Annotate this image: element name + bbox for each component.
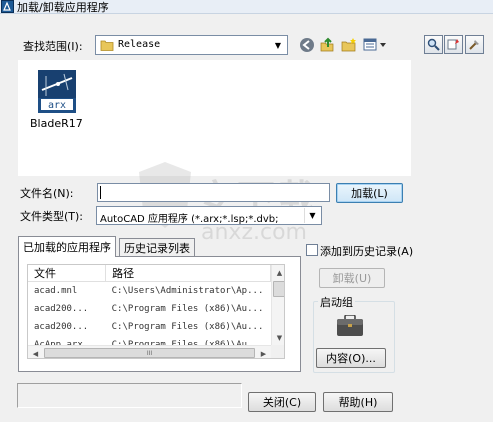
filetype-label: 文件类型(T): bbox=[20, 210, 84, 223]
lookin-value: Release bbox=[118, 39, 161, 50]
chevron-down-icon[interactable]: ▼ bbox=[304, 208, 320, 223]
row-path: C:\Program Files (x86)\Au... bbox=[111, 303, 264, 314]
close-button[interactable]: 关闭(C) bbox=[248, 392, 316, 412]
horizontal-scrollbar[interactable]: ◀ III ▶ bbox=[28, 345, 271, 358]
filetype-value: AutoCAD 应用程序 (*.arx;*.lsp;*.dvb; bbox=[100, 214, 279, 225]
table-row[interactable]: acad200... C:\Program Files (x86)\Au... bbox=[28, 300, 271, 318]
startup-group-legend: 启动组 bbox=[318, 294, 355, 310]
file-item-label: BladeR17 bbox=[30, 117, 83, 130]
table-row[interactable]: acad.mnl C:\Users\Administrator\Ap... bbox=[28, 282, 271, 300]
scroll-up-icon[interactable]: ▲ bbox=[272, 265, 284, 280]
locate-button[interactable] bbox=[444, 35, 463, 54]
up-folder-button[interactable] bbox=[317, 35, 337, 55]
vertical-scroll-thumb[interactable] bbox=[273, 281, 284, 297]
scroll-down-icon[interactable]: ▼ bbox=[272, 330, 284, 345]
tab-loaded-apps[interactable]: 已加载的应用程序 bbox=[18, 236, 116, 257]
tab-history[interactable]: 历史记录列表 bbox=[119, 238, 195, 257]
svg-text:arx: arx bbox=[48, 100, 66, 111]
views-button[interactable] bbox=[362, 35, 388, 55]
filetype-dropdown[interactable]: AutoCAD 应用程序 (*.arx;*.lsp;*.dvb; ▼ bbox=[96, 206, 322, 225]
tools-icon bbox=[469, 40, 479, 50]
row-path: C:\Program Files (x86)\Au... bbox=[111, 321, 264, 332]
table-row[interactable]: acad200... C:\Program Files (x86)\Au... bbox=[28, 318, 271, 336]
back-button[interactable] bbox=[297, 35, 317, 55]
load-button[interactable]: 加载(L) bbox=[336, 183, 403, 203]
file-list[interactable]: arx BladeR17 bbox=[18, 60, 411, 176]
chevron-down-icon[interactable]: ▼ bbox=[270, 37, 286, 53]
loaded-apps-list[interactable]: 文件 路径 acad.mnl C:\Users\Administrator\Ap… bbox=[27, 264, 285, 359]
help-button[interactable]: 帮助(H) bbox=[323, 392, 393, 412]
add-history-checkbox[interactable] bbox=[306, 244, 318, 256]
text-caret bbox=[100, 186, 101, 199]
column-header-path[interactable]: 路径 bbox=[105, 265, 271, 282]
app-window-icon bbox=[1, 0, 14, 13]
lookin-label: 查找范围(I): bbox=[23, 40, 83, 53]
briefcase-icon bbox=[336, 314, 364, 340]
row-path: C:\Users\Administrator\Ap... bbox=[111, 285, 264, 296]
vertical-scrollbar[interactable]: ▲ ▼ bbox=[271, 265, 284, 345]
window-title: 加载/卸载应用程序 bbox=[17, 1, 109, 14]
scroll-right-icon[interactable]: ▶ bbox=[256, 346, 271, 358]
horizontal-scroll-thumb[interactable]: III bbox=[44, 348, 255, 358]
up-folder-icon bbox=[320, 37, 334, 52]
arx-file-icon: arx bbox=[38, 70, 76, 113]
filename-label: 文件名(N): bbox=[20, 187, 74, 200]
unload-button[interactable]: 卸载(U) bbox=[319, 268, 385, 288]
add-history-label[interactable]: 添加到历史记录(A) bbox=[320, 243, 413, 259]
scrollbar-corner bbox=[271, 345, 284, 358]
contents-button[interactable]: 内容(O)... bbox=[316, 348, 386, 368]
new-folder-button[interactable] bbox=[339, 35, 359, 55]
find-button[interactable] bbox=[424, 35, 443, 54]
back-icon bbox=[300, 38, 314, 52]
row-file: acad200... bbox=[34, 303, 89, 314]
tools-button[interactable] bbox=[465, 35, 484, 54]
list-header: 文件 路径 bbox=[28, 265, 271, 282]
scroll-left-icon[interactable]: ◀ bbox=[28, 346, 43, 358]
column-header-file[interactable]: 文件 bbox=[28, 265, 107, 282]
magnifier-icon bbox=[427, 38, 440, 51]
folder-icon bbox=[100, 39, 114, 54]
views-icon bbox=[363, 38, 386, 51]
row-file: acad200... bbox=[34, 321, 89, 332]
filename-input[interactable] bbox=[97, 183, 330, 202]
watermark: 安下载 anxz.com bbox=[135, 160, 355, 250]
row-file: acad.mnl bbox=[34, 285, 78, 296]
locate-icon bbox=[447, 39, 459, 50]
tab-panel: 文件 路径 acad.mnl C:\Users\Administrator\Ap… bbox=[18, 256, 301, 372]
lookin-dropdown[interactable]: Release ▼ bbox=[95, 35, 288, 55]
status-box bbox=[17, 383, 242, 408]
new-folder-icon bbox=[341, 38, 356, 52]
file-item-bladeR17[interactable]: arx bbox=[38, 70, 76, 113]
